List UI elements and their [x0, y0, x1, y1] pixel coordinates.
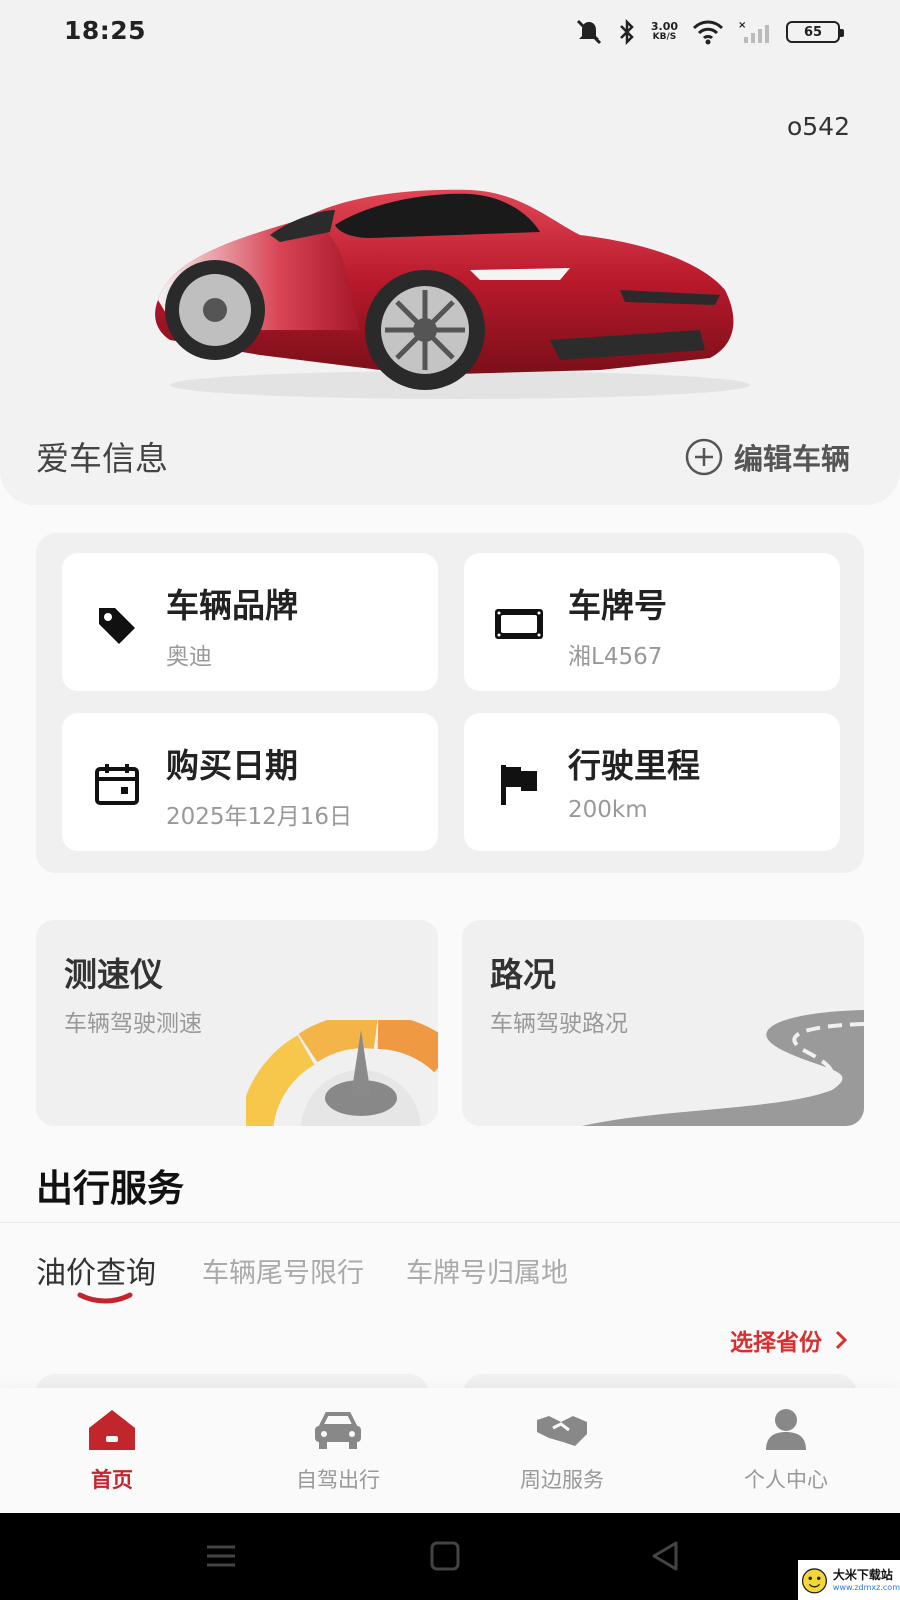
- nav-nearby-services[interactable]: 周边服务: [482, 1406, 642, 1506]
- license-plate-icon: [492, 597, 546, 651]
- info-label: 车牌号: [568, 586, 667, 625]
- watermark-url: www.zdmxz.com: [832, 1582, 900, 1592]
- nav-label: 首页: [91, 1468, 133, 1492]
- system-navigation-bar: [0, 1513, 900, 1600]
- back-icon[interactable]: [648, 1539, 682, 1573]
- info-card-plate[interactable]: 车牌号 湘L4567: [464, 553, 840, 691]
- status-time: 18:25: [64, 16, 147, 45]
- tab-oil-price[interactable]: 油价查询: [36, 1248, 156, 1292]
- wifi-icon: [692, 20, 724, 45]
- tab-plate-origin[interactable]: 车牌号归属地: [406, 1251, 568, 1290]
- watermark-logo-icon: [801, 1568, 828, 1594]
- person-icon: [766, 1409, 806, 1450]
- info-value: 奥迪: [166, 644, 212, 670]
- province-select-label: 选择省份: [730, 1330, 822, 1356]
- road-condition-card[interactable]: 路况 车辆驾驶路况: [462, 920, 864, 1126]
- nav-self-drive[interactable]: 自驾出行: [258, 1406, 418, 1506]
- feature-title: 测速仪: [64, 955, 163, 994]
- home-icon: [89, 1410, 135, 1450]
- signal-icon: ×: [738, 20, 769, 43]
- info-label: 行驶里程: [568, 746, 700, 785]
- info-card-purchase-date[interactable]: 购买日期 2025年12月16日: [62, 713, 438, 851]
- car-image: [155, 189, 750, 399]
- tab-plate-restriction[interactable]: 车辆尾号限行: [202, 1251, 364, 1290]
- speedometer-card[interactable]: 测速仪 车辆驾驶测速: [36, 920, 438, 1126]
- user-code: o542: [786, 112, 850, 141]
- info-label: 购买日期: [166, 746, 298, 785]
- flag-icon: [492, 757, 546, 811]
- car-info-title: 爱车信息: [36, 439, 168, 478]
- menu-icon[interactable]: [204, 1539, 238, 1573]
- plus-circle-icon: [685, 438, 723, 476]
- feature-title: 路况: [490, 955, 556, 994]
- tag-icon: [90, 597, 144, 651]
- battery-indicator: 65: [786, 21, 844, 43]
- nav-home[interactable]: 首页: [32, 1406, 192, 1506]
- services-tabs-area: 油价查询 车辆尾号限行 车牌号归属地 选择省份: [0, 1222, 900, 1382]
- handshake-icon: [537, 1416, 587, 1446]
- feature-subtitle: 车辆驾驶测速: [64, 1011, 202, 1037]
- nav-label: 自驾出行: [296, 1468, 380, 1492]
- chevron-right-icon: [835, 1330, 848, 1350]
- road-illustration: [582, 1010, 864, 1126]
- edit-car-label: 编辑车辆: [733, 442, 850, 476]
- travel-services-title: 出行服务: [36, 1167, 184, 1210]
- network-speed: 3.00 KB/S: [650, 20, 678, 42]
- active-tab-indicator: [77, 1292, 133, 1304]
- svg-text:×: ×: [738, 20, 746, 31]
- nav-label: 个人中心: [744, 1468, 828, 1492]
- car-icon: [315, 1412, 361, 1449]
- info-card-mileage[interactable]: 行驶里程 200km: [464, 713, 840, 851]
- calendar-icon: [90, 757, 144, 811]
- nav-profile[interactable]: 个人中心: [706, 1406, 866, 1506]
- info-card-brand[interactable]: 车辆品牌 奥迪: [62, 553, 438, 691]
- bluetooth-icon: [619, 18, 634, 46]
- info-value: 2025年12月16日: [166, 804, 353, 830]
- info-value: 200km: [568, 797, 648, 823]
- info-label: 车辆品牌: [166, 586, 298, 625]
- nav-label: 周边服务: [520, 1468, 604, 1492]
- status-bar: 18:25 3.00 KB/S × 65: [0, 0, 900, 64]
- home-button-icon[interactable]: [428, 1539, 462, 1573]
- vehicle-info-panel: 车辆品牌 奥迪 车牌号 湘L4567 购买日期 2025年12月16日 行驶里程…: [36, 533, 864, 873]
- bottom-navigation: 首页 自驾出行 周边服务 个人中心: [0, 1388, 900, 1513]
- watermark: 大米下载站 www.zdmxz.com: [798, 1560, 900, 1600]
- bell-muted-icon: [576, 19, 601, 45]
- edit-car-button[interactable]: 编辑车辆: [684, 436, 850, 478]
- province-select-button[interactable]: 选择省份: [730, 1323, 848, 1357]
- status-icons: 3.00 KB/S × 65: [575, 18, 844, 46]
- info-value: 湘L4567: [568, 644, 663, 670]
- watermark-title: 大米下载站: [832, 1567, 893, 1582]
- speedometer-illustration: [246, 1020, 438, 1126]
- hero-section: o542 爱车信息 编辑车辆: [0, 0, 900, 505]
